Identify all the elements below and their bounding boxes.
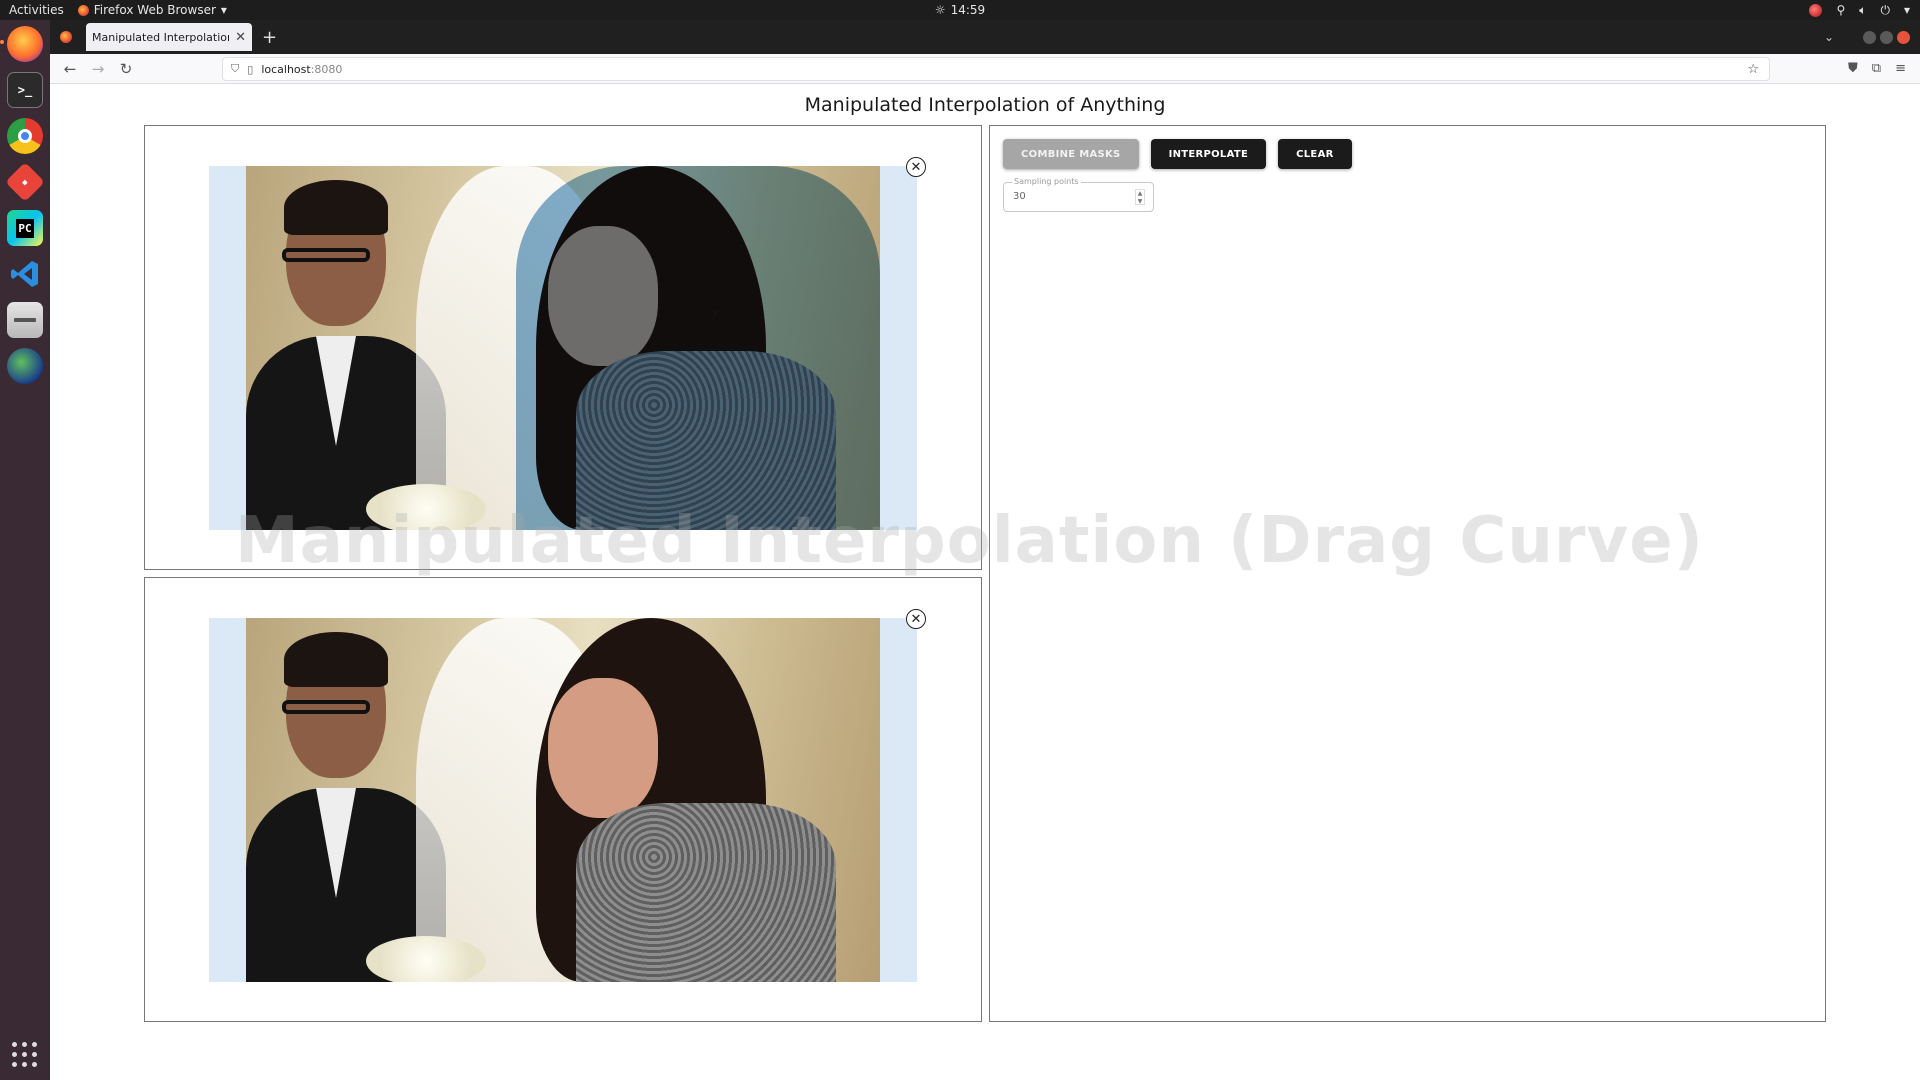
chevron-down-icon: ▾ — [220, 3, 227, 17]
git-dock-icon[interactable]: ◆ — [5, 162, 45, 202]
new-tab-icon[interactable]: + — [262, 27, 277, 48]
minimize-icon[interactable] — [1863, 30, 1876, 44]
maximize-icon[interactable] — [1880, 30, 1893, 44]
clear-button[interactable]: CLEAR — [1278, 139, 1352, 169]
menu-icon[interactable]: ≡ — [1895, 61, 1906, 76]
files-dock-icon[interactable] — [7, 302, 43, 338]
close-circle-icon[interactable]: ✕ — [906, 157, 926, 177]
globe-dock-icon[interactable] — [7, 348, 43, 384]
url-bar[interactable]: ⛉ ▯ localhost:8080 ☆ — [222, 57, 1770, 81]
page-title: Manipulated Interpolation of Anything — [804, 94, 1166, 116]
app-menu-label: Firefox Web Browser — [93, 3, 216, 17]
pycharm-dock-icon[interactable]: PC — [7, 210, 43, 246]
close-circle-icon[interactable]: ✕ — [906, 609, 926, 629]
figure-woman — [536, 166, 836, 530]
power-icon: ⏻ — [1880, 2, 1890, 17]
record-icon[interactable] — [1809, 3, 1823, 17]
app-menu[interactable]: Firefox Web Browser ▾ — [77, 3, 227, 17]
browser-tab-bar: Manipulated Interpolation o ✕ + ⌄ — [50, 20, 1920, 54]
url-host: localhost — [261, 62, 311, 76]
image-panel-2 — [144, 577, 982, 1022]
mouse-cursor-icon — [713, 308, 719, 324]
close-tab-icon[interactable]: ✕ — [235, 30, 246, 45]
figure-bride-veil — [416, 166, 616, 530]
system-tray[interactable]: ⚲ 🔈︎ ⏻ ▾ — [1809, 3, 1910, 18]
page-info-icon[interactable]: ▯ — [247, 63, 253, 76]
firefox-dock-icon[interactable] — [0, 26, 43, 62]
back-arrow-icon[interactable]: ← — [62, 60, 78, 78]
navigation-bar: ← → ↻ ⛉ ▯ localhost:8080 ☆ ⛊ ⧉ ≡ — [50, 54, 1920, 84]
page-content: Manipulated Interpolation of Anything ✕ … — [50, 84, 1920, 1080]
wedding-photo-masked[interactable] — [246, 166, 880, 530]
tab-title: Manipulated Interpolation o — [92, 30, 230, 44]
tab-active[interactable]: Manipulated Interpolation o ✕ — [86, 23, 252, 51]
volume-icon: 🔈︎ — [1859, 2, 1867, 17]
clock-time: 14:59 — [950, 3, 986, 17]
extensions-icon[interactable]: ⧉ — [1872, 61, 1881, 76]
network-icon: ⚲ — [1836, 3, 1846, 17]
clock[interactable]: ☼ 14:59 — [935, 3, 985, 17]
star-icon[interactable]: ☆ — [1747, 62, 1759, 77]
terminal-dock-icon[interactable]: >_ — [7, 72, 43, 108]
combine-masks-button[interactable]: COMBINE MASKS — [1003, 139, 1139, 169]
interpolation-panel: COMBINE MASKS INTERPOLATE CLEAR Sampling… — [989, 125, 1826, 1022]
image-panel-1 — [144, 125, 982, 570]
sampling-points-field[interactable]: Sampling points 30 ▲ ▼ — [1003, 177, 1154, 212]
shield-icon[interactable]: ⛉ — [231, 62, 239, 76]
chevron-down-icon: ▾ — [1903, 3, 1910, 17]
toolbar-right: ⛊ ⧉ ≡ — [1848, 61, 1906, 76]
show-apps-icon[interactable] — [12, 1042, 38, 1068]
reload-icon[interactable]: ↻ — [118, 60, 134, 78]
wedding-photo[interactable] — [246, 618, 880, 982]
activities-button[interactable]: Activities — [9, 3, 64, 17]
bouquet — [366, 936, 486, 982]
figure-woman — [536, 618, 836, 982]
forward-arrow-icon[interactable]: → — [90, 60, 106, 78]
image-canvas-2[interactable] — [209, 618, 917, 982]
firefox-icon — [77, 4, 89, 16]
pocket-icon[interactable]: ⛊ — [1848, 61, 1858, 76]
dock: >_ ◆ PC — [0, 20, 50, 1080]
interpolate-button[interactable]: INTERPOLATE — [1150, 139, 1267, 169]
url-port: :8080 — [310, 62, 343, 76]
system-top-bar: Activities Firefox Web Browser ▾ ☼ 14:59… — [0, 0, 1920, 20]
window-controls — [1863, 30, 1910, 44]
bouquet — [366, 484, 486, 530]
firefox-view-icon[interactable] — [60, 31, 72, 43]
stepper-icon[interactable]: ▲ ▼ — [1135, 189, 1145, 205]
chrome-dock-icon[interactable] — [7, 118, 43, 154]
brightness-icon: ☼ — [934, 3, 946, 17]
sampling-points-label: Sampling points — [1012, 177, 1081, 186]
sampling-points-input[interactable]: 30 — [1013, 191, 1026, 202]
vscode-dock-icon[interactable] — [7, 256, 43, 292]
action-buttons: COMBINE MASKS INTERPOLATE CLEAR — [1003, 139, 1352, 169]
image-canvas-1[interactable] — [209, 166, 917, 530]
list-tabs-icon[interactable]: ⌄ — [1824, 30, 1834, 44]
window-close-icon[interactable] — [1897, 30, 1910, 44]
